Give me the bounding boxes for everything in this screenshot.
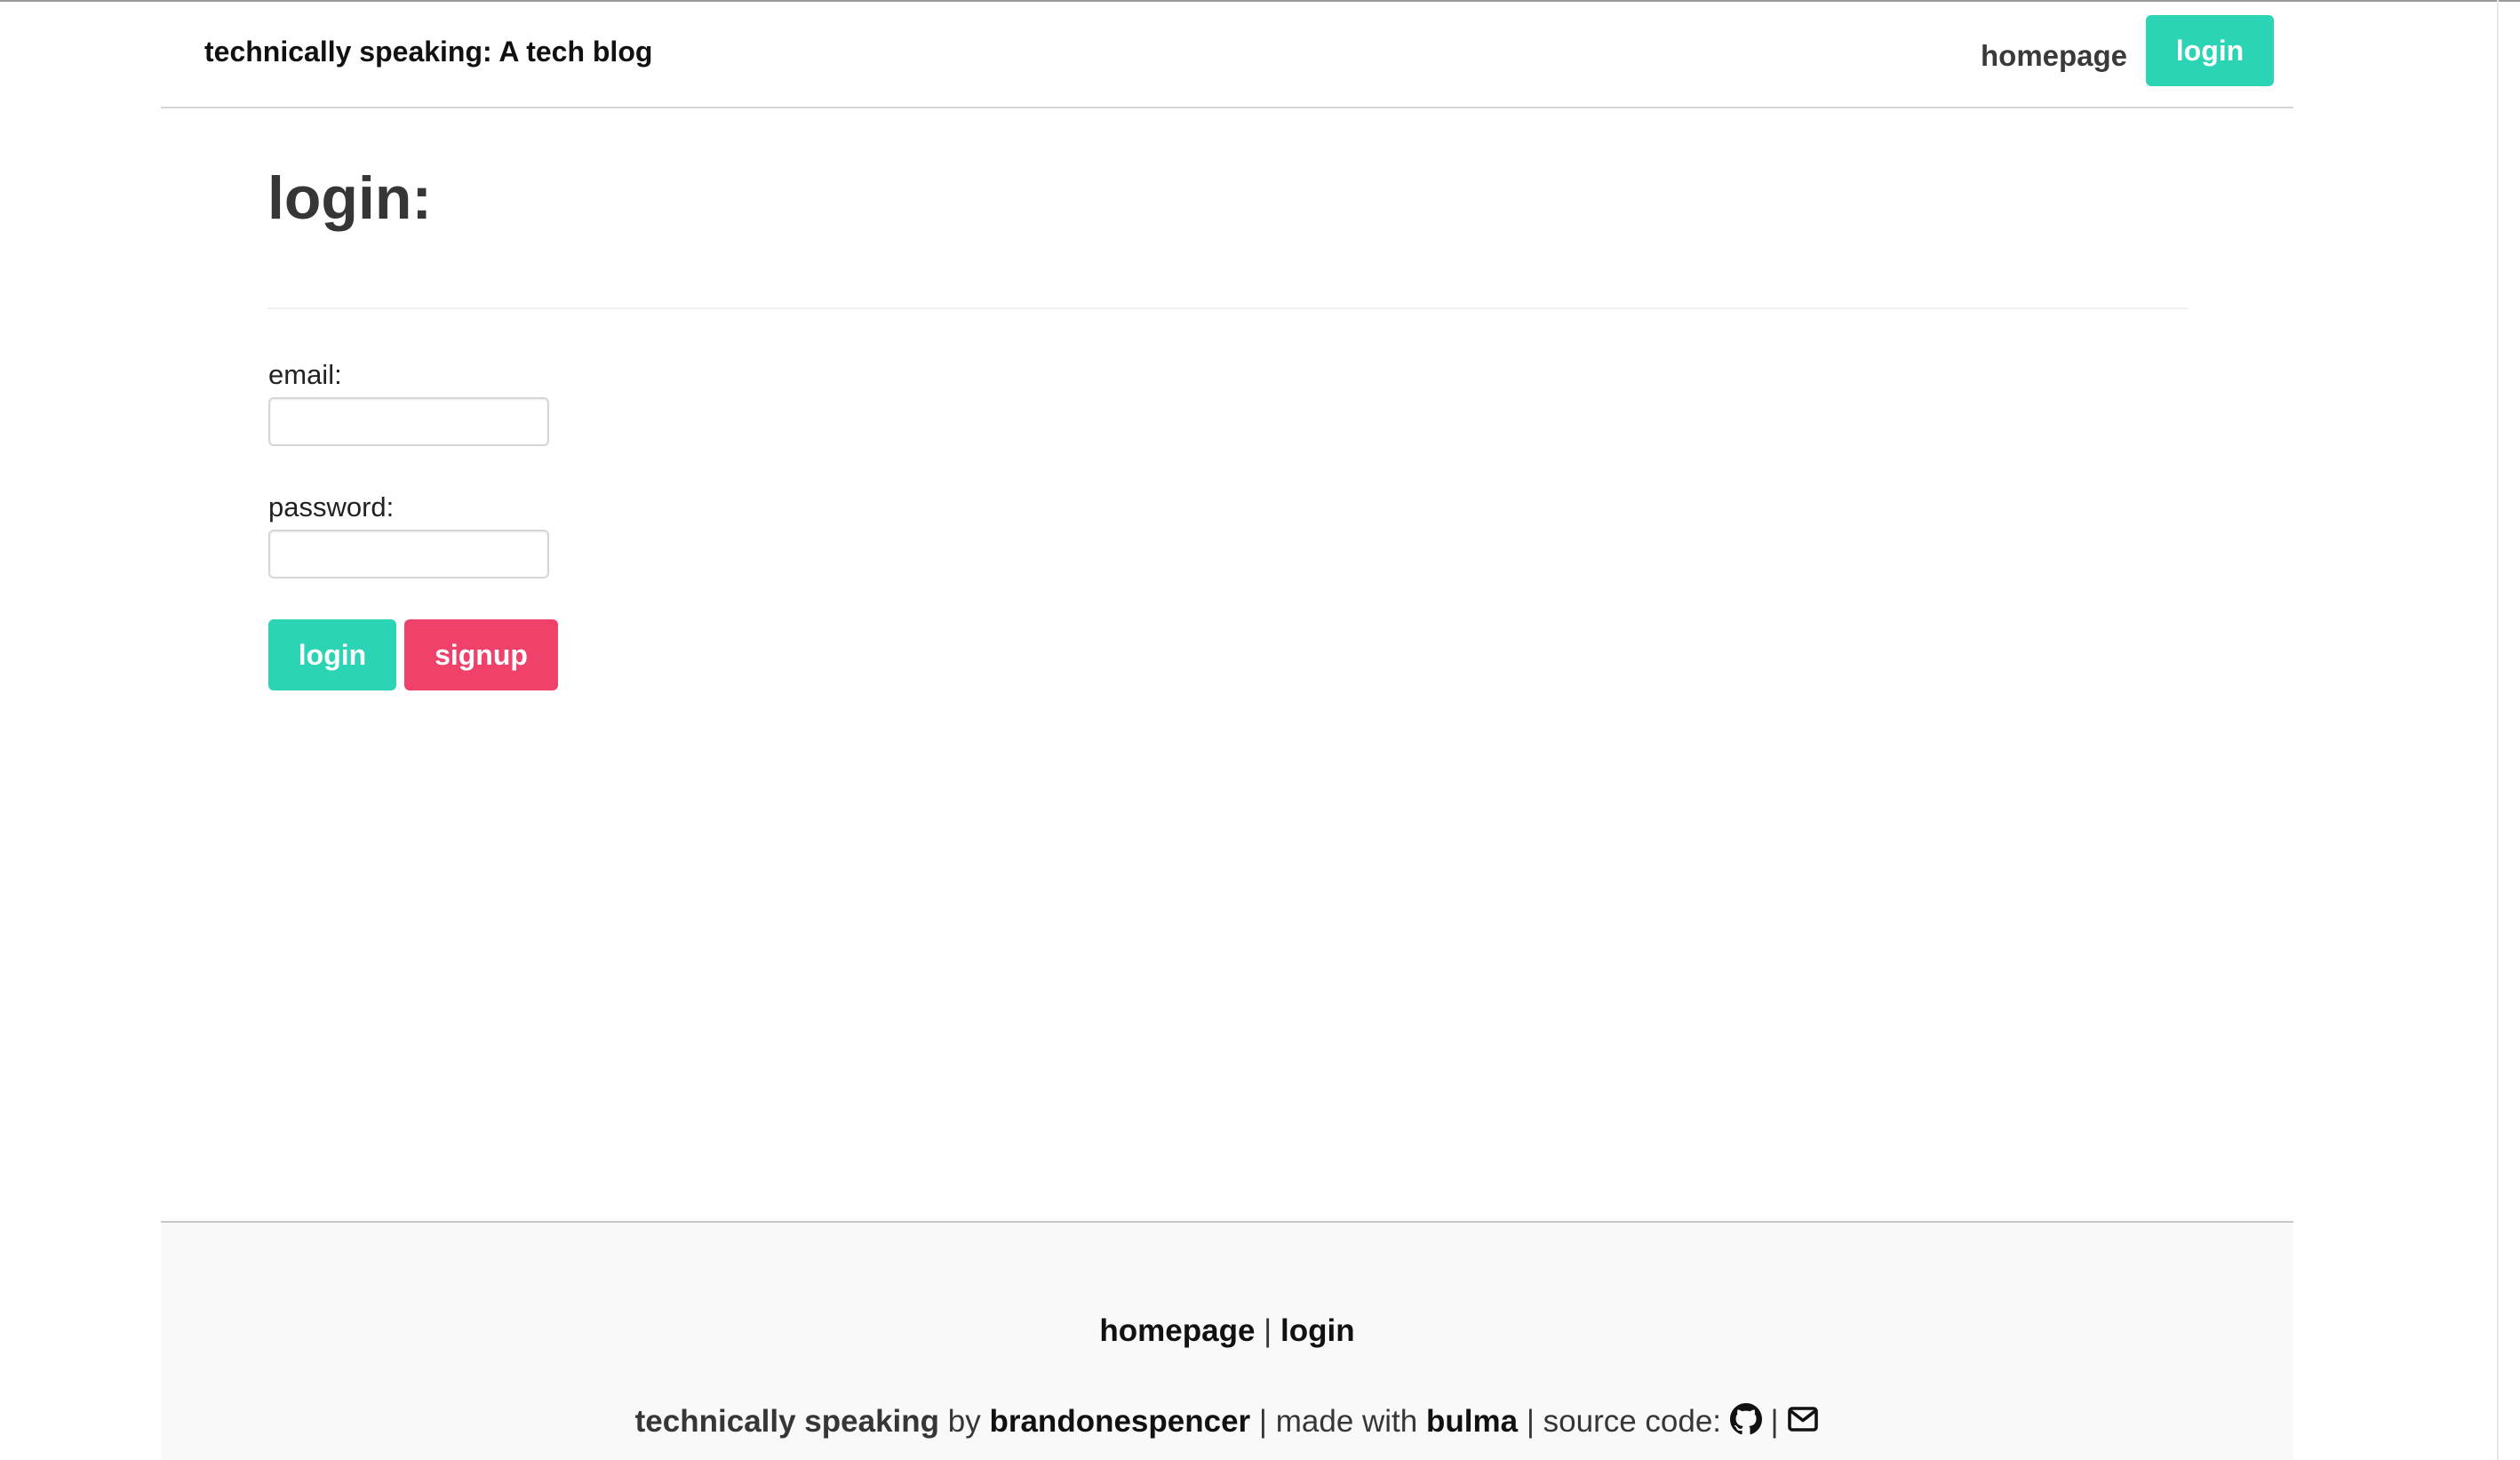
login-button[interactable]: login: [268, 619, 396, 690]
footer-source-code-text: source code:: [1543, 1404, 1722, 1439]
footer-made-with-text: made with: [1275, 1404, 1418, 1439]
footer-author-link[interactable]: brandonespencer: [989, 1404, 1250, 1439]
footer-site-name: technically speaking: [634, 1404, 940, 1439]
navbar-brand[interactable]: technically speaking: A tech blog: [204, 36, 652, 68]
footer: homepage | login technically speaking by…: [161, 1221, 2293, 1460]
navbar: technically speaking: A tech blog homepa…: [161, 0, 2293, 108]
email-label: email:: [268, 359, 342, 390]
footer-login-link[interactable]: login: [1280, 1313, 1355, 1348]
footer-by-text: by: [947, 1404, 981, 1439]
email-field[interactable]: [268, 397, 549, 446]
github-icon[interactable]: [1729, 1403, 1762, 1435]
footer-bulma-link[interactable]: bulma: [1426, 1404, 1518, 1439]
nav-homepage-link[interactable]: homepage: [1981, 39, 2127, 73]
password-field[interactable]: [268, 530, 549, 578]
signup-button[interactable]: signup: [404, 619, 558, 690]
footer-separator: |: [1770, 1404, 1779, 1439]
password-label: password:: [268, 491, 395, 523]
footer-separator: |: [1526, 1404, 1535, 1439]
page-container: technically speaking: A tech blog homepa…: [161, 0, 2293, 1460]
footer-links: homepage | login: [161, 1313, 2293, 1349]
title-divider: [267, 307, 2189, 309]
footer-separator: |: [1264, 1313, 1272, 1348]
footer-credits: technically speaking by brandonespencer …: [161, 1403, 2293, 1440]
footer-homepage-link[interactable]: homepage: [1099, 1313, 1255, 1348]
nav-login-button[interactable]: login: [2146, 15, 2274, 86]
envelope-icon[interactable]: [1787, 1403, 1819, 1435]
page-title: login:: [267, 164, 433, 232]
scrollbar-track[interactable]: [2497, 0, 2499, 1460]
footer-separator: |: [1258, 1404, 1267, 1439]
